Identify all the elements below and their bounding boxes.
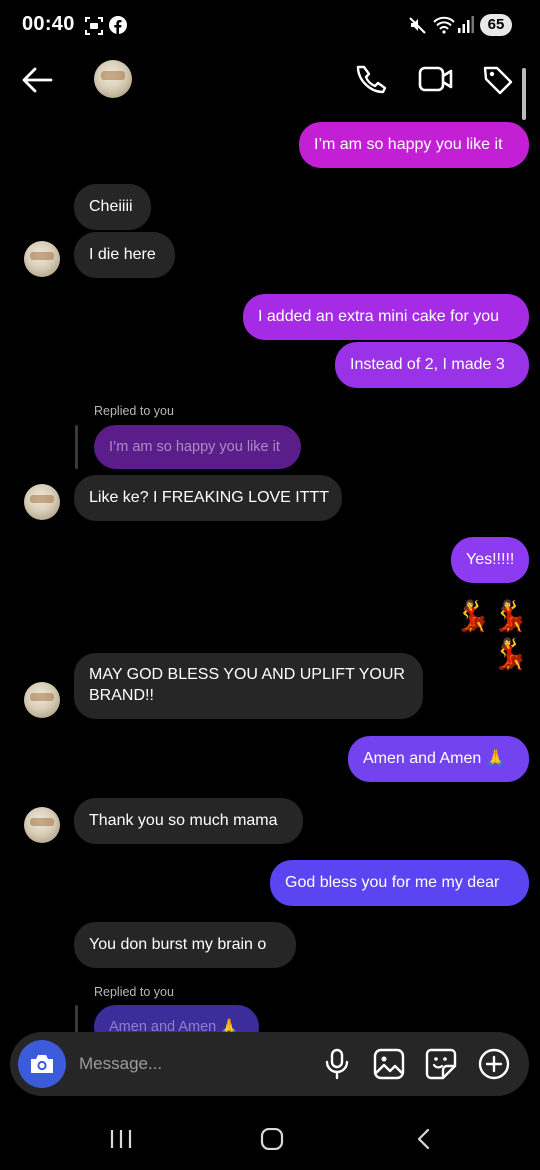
battery-indicator: 65 xyxy=(480,14,512,36)
incoming-message[interactable]: Like ke? I FREAKING LOVE ITTT xyxy=(74,475,342,521)
outgoing-message[interactable]: I’m am so happy you like it xyxy=(299,122,529,168)
status-bar: 00:40 65 xyxy=(0,0,540,52)
back-nav-icon[interactable] xyxy=(414,1128,432,1150)
sender-avatar[interactable] xyxy=(24,241,60,277)
signal-icon xyxy=(458,16,474,33)
outgoing-message[interactable]: Instead of 2, I made 3 xyxy=(335,342,529,388)
tag-icon[interactable] xyxy=(482,64,514,96)
system-navigation-bar xyxy=(0,1110,540,1170)
facebook-icon xyxy=(109,16,127,34)
outgoing-message[interactable]: Yes!!!!! xyxy=(451,537,529,583)
status-time: 00:40 xyxy=(22,13,75,35)
reply-label: Replied to you xyxy=(94,404,174,418)
recent-apps-icon[interactable] xyxy=(109,1128,133,1150)
video-call-icon[interactable] xyxy=(418,65,454,93)
screenshot-icon xyxy=(85,17,103,35)
chat-header xyxy=(0,52,540,112)
camera-button[interactable] xyxy=(18,1040,66,1088)
outgoing-message[interactable]: Amen and Amen 🙏 xyxy=(348,736,529,782)
incoming-message[interactable]: You don burst my brain o xyxy=(74,922,296,968)
back-arrow-icon[interactable] xyxy=(20,66,54,94)
reply-quote[interactable]: I’m am so happy you like it xyxy=(94,425,301,469)
wifi-icon xyxy=(433,16,455,34)
outgoing-message[interactable]: I added an extra mini cake for you xyxy=(243,294,529,340)
profile-avatar[interactable] xyxy=(94,60,132,98)
sender-avatar[interactable] xyxy=(24,484,60,520)
message-composer xyxy=(10,1032,529,1096)
sender-avatar[interactable] xyxy=(24,807,60,843)
message-input[interactable] xyxy=(79,1032,299,1096)
mute-icon xyxy=(409,17,426,34)
gallery-icon[interactable] xyxy=(373,1048,405,1080)
incoming-message[interactable]: MAY GOD BLESS YOU AND UPLIFT YOUR BRAND!… xyxy=(74,653,423,719)
sticker-icon[interactable] xyxy=(425,1048,457,1080)
scrollbar[interactable] xyxy=(522,68,526,120)
camera-icon xyxy=(31,1055,53,1073)
microphone-icon[interactable] xyxy=(324,1048,350,1080)
add-icon[interactable] xyxy=(478,1048,510,1080)
incoming-message[interactable]: Cheiiii xyxy=(74,184,151,230)
sender-avatar[interactable] xyxy=(24,682,60,718)
phone-icon[interactable] xyxy=(356,64,388,96)
home-icon[interactable] xyxy=(260,1128,284,1150)
incoming-message[interactable]: I die here xyxy=(74,232,175,278)
reply-bar xyxy=(75,425,78,469)
reply-bar xyxy=(75,1005,78,1035)
emoji-reaction[interactable]: 💃💃💃 xyxy=(421,598,529,674)
incoming-message[interactable]: Thank you so much mama xyxy=(74,798,303,844)
outgoing-message[interactable]: God bless you for me my dear xyxy=(270,860,529,906)
reply-label: Replied to you xyxy=(94,985,174,999)
